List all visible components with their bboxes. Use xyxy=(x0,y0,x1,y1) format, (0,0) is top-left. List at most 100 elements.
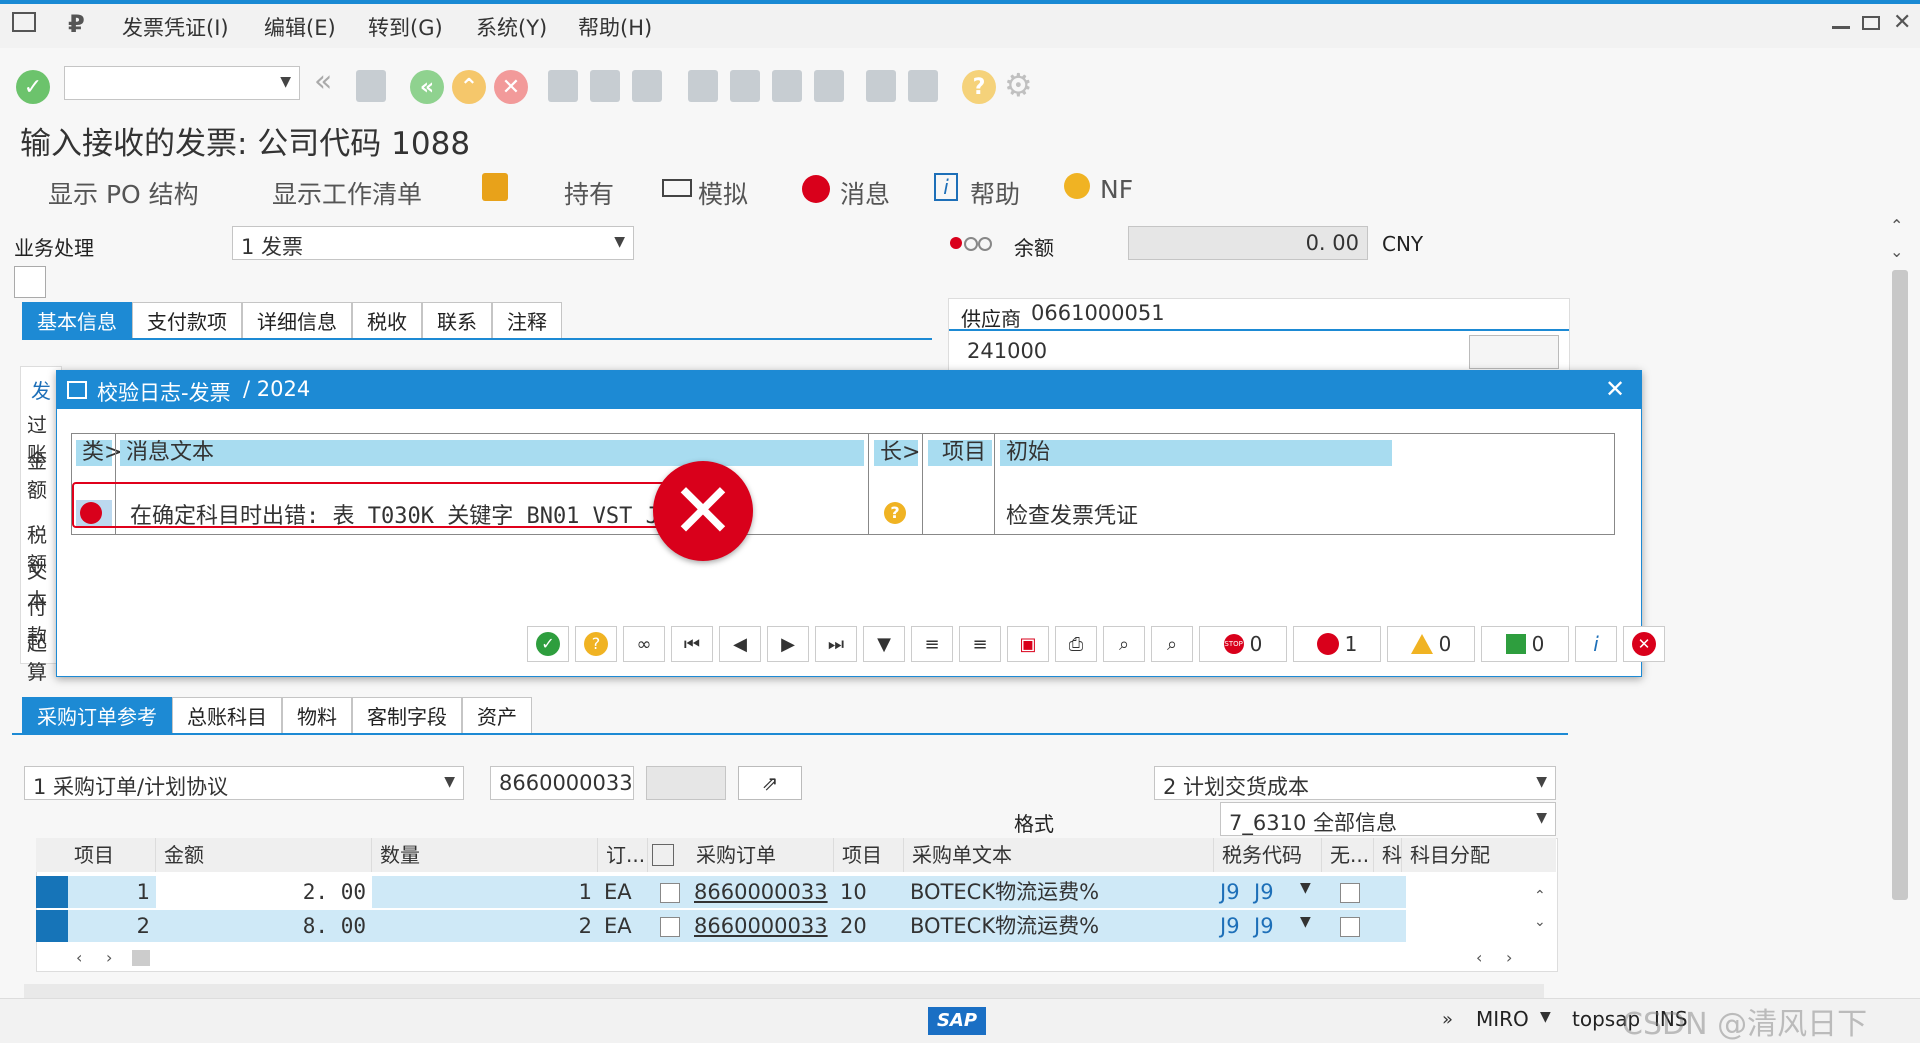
first-icon[interactable]: ⏮ xyxy=(671,626,713,662)
col-tax-code[interactable]: 税务代码 xyxy=(1214,838,1322,872)
col-po-item[interactable]: 项目 xyxy=(834,838,904,872)
next-icon[interactable]: ▶ xyxy=(767,626,809,662)
checkbox-column-icon[interactable] xyxy=(652,844,674,866)
nf-button[interactable]: NF xyxy=(1100,175,1133,204)
previous-icon[interactable]: ◀ xyxy=(719,626,761,662)
menu-edit[interactable]: 编辑(E) xyxy=(264,12,336,42)
create-session-icon[interactable] xyxy=(866,70,896,102)
row-checkbox[interactable] xyxy=(660,883,680,903)
scroll-right-icon[interactable]: › xyxy=(1506,948,1512,967)
save-icon[interactable] xyxy=(356,70,386,102)
print-icon[interactable] xyxy=(548,70,578,102)
tab-custom-fields[interactable]: 客制字段 xyxy=(352,697,462,733)
tab-asset[interactable]: 资产 xyxy=(462,697,532,733)
scroll-down-icon[interactable]: ⌄ xyxy=(1890,242,1903,261)
cancel-icon[interactable]: ✕ xyxy=(494,70,528,104)
tab-basic-data[interactable]: 基本信息 xyxy=(22,302,132,338)
menu-goto[interactable]: 转到(G) xyxy=(368,12,443,42)
minimize-icon[interactable] xyxy=(1832,26,1850,29)
col-item[interactable]: 项目 xyxy=(66,838,156,872)
info-icon[interactable]: i xyxy=(1575,626,1617,662)
filter-icon[interactable]: ▼ xyxy=(863,626,905,662)
double-left-icon[interactable]: « xyxy=(314,64,332,99)
cost-type-select[interactable]: 2 计划交货成本 ▼ xyxy=(1154,766,1556,800)
vertical-scrollbar[interactable] xyxy=(1892,270,1908,900)
command-field[interactable]: ▼ xyxy=(64,66,300,100)
col-amount[interactable]: 金额 xyxy=(156,838,372,872)
long-text-help-icon[interactable]: ? xyxy=(884,502,906,524)
col-po[interactable]: 采购订单 xyxy=(688,838,834,872)
stop-count-button[interactable]: STOP 0 xyxy=(1199,626,1287,662)
find-next-icon[interactable]: ⌕ xyxy=(1151,626,1193,662)
find-icon[interactable] xyxy=(590,70,620,102)
settings-gear-icon[interactable]: ⚙ xyxy=(1004,66,1033,104)
previous-page-icon[interactable] xyxy=(730,70,760,102)
warning-count-button[interactable]: 0 xyxy=(1387,626,1475,662)
col-item[interactable]: 项目 xyxy=(928,440,992,466)
clipboard-icon[interactable] xyxy=(482,173,508,201)
tab-note[interactable]: 注释 xyxy=(492,302,562,338)
po-item-field[interactable] xyxy=(646,766,726,800)
col-message-text[interactable]: 消息文本 xyxy=(120,440,864,466)
col-order-unit[interactable]: 订... xyxy=(598,838,648,872)
tab-tax[interactable]: 税收 xyxy=(352,302,422,338)
col-no-tax[interactable]: 无... xyxy=(1322,838,1374,872)
horizontal-scroll-thumb[interactable] xyxy=(132,950,150,966)
vendor-detail-button[interactable] xyxy=(1469,335,1559,369)
sort-ascending-icon[interactable]: ≡ xyxy=(911,626,953,662)
scroll-up-icon[interactable]: ⌃ xyxy=(1890,216,1903,235)
table-scroll-up-icon[interactable]: ⌃ xyxy=(1534,888,1546,904)
scroll-left-icon[interactable]: ‹ xyxy=(76,948,82,967)
row-tax-code-2[interactable]: J9 xyxy=(1248,910,1292,942)
messages-button[interactable]: 消息 xyxy=(840,175,890,211)
tab-material[interactable]: 物料 xyxy=(282,697,352,733)
sort-descending-icon[interactable]: ≡ xyxy=(959,626,1001,662)
next-page-icon[interactable] xyxy=(772,70,802,102)
col-quantity[interactable]: 数量 xyxy=(372,838,598,872)
menu-help[interactable]: 帮助(H) xyxy=(578,12,652,42)
no-tax-checkbox[interactable] xyxy=(1340,883,1360,903)
menu-invoice[interactable]: 发票凭证(I) xyxy=(122,12,229,42)
tab-payment[interactable]: 支付款项 xyxy=(132,302,242,338)
table-scroll-down-icon[interactable]: ⌄ xyxy=(1534,914,1546,930)
help-icon[interactable]: ? xyxy=(575,626,617,662)
po-structure-button[interactable]: 显示 PO 结构 xyxy=(48,175,199,211)
scroll-left-icon[interactable]: ‹ xyxy=(1476,948,1482,967)
simulate-button[interactable]: 模拟 xyxy=(698,175,748,211)
find-next-icon[interactable] xyxy=(632,70,662,102)
enter-icon[interactable]: ✓ xyxy=(16,70,50,104)
find-icon[interactable]: ⌕ xyxy=(1103,626,1145,662)
layout-icon[interactable]: ▣ xyxy=(1007,626,1049,662)
window-menu-icon[interactable] xyxy=(12,12,36,32)
tax-dropdown-icon[interactable]: ▼ xyxy=(1300,880,1311,896)
no-tax-checkbox[interactable] xyxy=(1340,917,1360,937)
print-icon[interactable]: ⎙ xyxy=(1055,626,1097,662)
col-account-assignment[interactable]: 科目分配 xyxy=(1402,838,1528,872)
back-icon[interactable]: « xyxy=(410,70,444,104)
col-account[interactable]: 科 xyxy=(1374,838,1402,872)
po-transfer-button[interactable]: ⇗ xyxy=(738,766,802,800)
tab-contact[interactable]: 联系 xyxy=(422,302,492,338)
cancel-icon[interactable]: ✕ xyxy=(1623,626,1665,662)
error-count-button[interactable]: 1 xyxy=(1293,626,1381,662)
tab-details[interactable]: 详细信息 xyxy=(242,302,352,338)
glasses-icon[interactable]: ∞ xyxy=(623,626,665,662)
scroll-right-icon[interactable]: › xyxy=(106,948,112,967)
row-amount[interactable]: 8. 00 xyxy=(156,910,372,942)
expand-status-icon[interactable]: » xyxy=(1442,1009,1453,1030)
help-button[interactable]: 帮助 xyxy=(970,175,1020,211)
row-selector[interactable] xyxy=(36,910,68,942)
success-count-button[interactable]: 0 xyxy=(1481,626,1569,662)
toggle-header-icon[interactable] xyxy=(14,266,46,298)
col-origin[interactable]: 初始 xyxy=(1000,440,1392,466)
col-po-text[interactable]: 采购单文本 xyxy=(904,838,1214,872)
tab-gl-account[interactable]: 总账科目 xyxy=(172,697,282,733)
po-number-field[interactable]: 8660000033 xyxy=(490,766,634,800)
col-long-text[interactable]: 长> xyxy=(874,440,920,466)
row-tax-code-2[interactable]: J9 xyxy=(1248,876,1292,908)
close-window-icon[interactable]: ✕ xyxy=(1893,10,1911,35)
row-amount[interactable]: 2. 00 xyxy=(156,876,372,908)
tax-dropdown-icon[interactable]: ▼ xyxy=(1300,914,1311,930)
col-type[interactable]: 类> xyxy=(76,440,122,466)
chevron-down-icon[interactable]: ▼ xyxy=(1540,1009,1551,1025)
